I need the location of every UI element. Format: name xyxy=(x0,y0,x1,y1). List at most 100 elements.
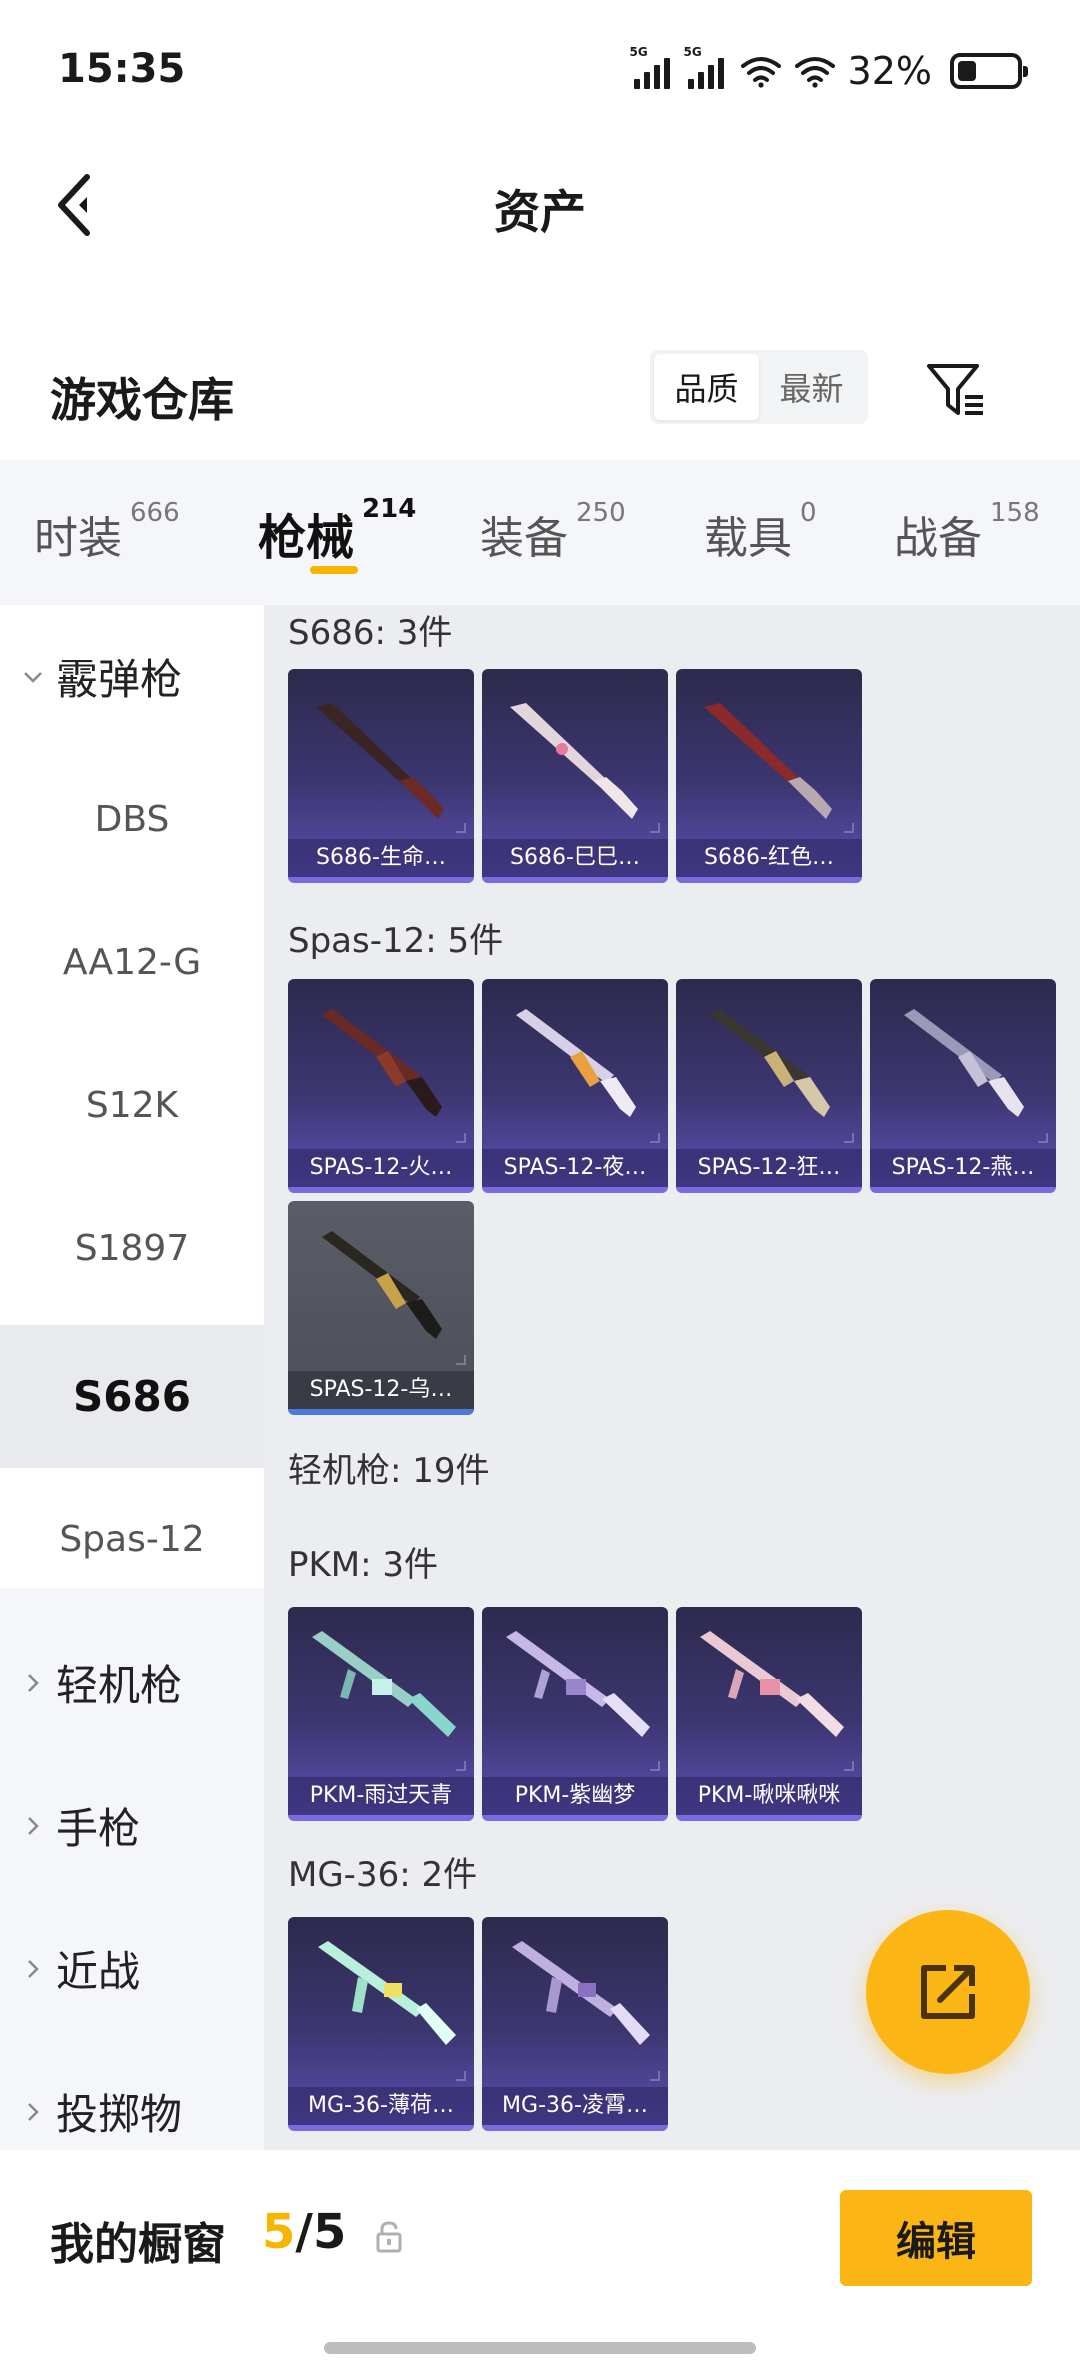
group-title: Spas-12: 5件 xyxy=(288,921,504,961)
machine-gun-icon xyxy=(700,1631,844,1737)
section-header: 游戏仓库 品质 最新 xyxy=(0,320,1080,460)
filter-icon xyxy=(927,364,983,415)
sidebar-item-label: 霰弹枪 xyxy=(56,655,183,704)
category-tabs: 时装 666 枪械 214 装备 250 载具 0 战备 158 xyxy=(0,460,1080,605)
sidebar-group-throwable[interactable]: 投掷物 xyxy=(0,2040,264,2150)
tab-equipment[interactable]: 装备 250 xyxy=(480,498,626,566)
battery-icon xyxy=(950,53,1028,89)
group-title: PKM: 3件 xyxy=(288,1545,439,1585)
filter-button[interactable] xyxy=(916,350,996,430)
showcase-used: 5 xyxy=(262,2204,296,2260)
tab-count: 666 xyxy=(130,498,180,528)
tab-outfits[interactable]: 时装 666 xyxy=(34,498,180,566)
item-card-label: SPAS-12-乌… xyxy=(288,1371,474,1409)
battery-percent: 32% xyxy=(847,49,932,93)
lock-icon xyxy=(376,2221,402,2253)
item-card[interactable]: MG-36-薄荷… xyxy=(288,1917,474,2131)
sidebar-item-s12k[interactable]: S12K xyxy=(0,1034,264,1177)
tab-count: 250 xyxy=(576,498,626,528)
shotgun-icon xyxy=(316,703,444,819)
chevron-down-icon xyxy=(18,662,48,692)
tab-label: 枪械 xyxy=(258,510,355,566)
tab-count: 0 xyxy=(800,498,817,528)
item-card[interactable]: S686-巳巳… xyxy=(482,669,668,883)
sidebar-item-dbs[interactable]: DBS xyxy=(0,748,264,891)
page-title: 资产 xyxy=(494,185,586,239)
sort-toggle: 品质 最新 xyxy=(650,350,868,424)
item-card-label: PKM-紫幽梦 xyxy=(482,1777,668,1815)
shotgun-icon xyxy=(510,703,638,819)
sidebar-item-label: S1897 xyxy=(74,1228,190,1269)
sidebar-item-label: 轻机枪 xyxy=(56,1661,183,1710)
item-card[interactable]: PKM-啾咪啾咪 xyxy=(676,1607,862,1821)
tab-active-indicator xyxy=(310,566,358,574)
shotgun-icon xyxy=(904,1009,1024,1117)
sidebar-item-label: DBS xyxy=(94,799,170,840)
share-button[interactable] xyxy=(866,1910,1030,2074)
wifi-icon xyxy=(740,57,781,88)
sort-option-latest[interactable]: 最新 xyxy=(759,354,864,420)
signal-icon: 5G xyxy=(630,45,670,89)
edit-button[interactable]: 编辑 xyxy=(840,2190,1032,2286)
tab-guns[interactable]: 枪械 214 xyxy=(258,494,416,568)
sidebar-item-label: S686 xyxy=(73,1372,191,1421)
sidebar-item-s1897[interactable]: S1897 xyxy=(0,1177,264,1320)
chevron-right-icon xyxy=(18,2097,48,2127)
item-card[interactable]: PKM-雨过天青 xyxy=(288,1607,474,1821)
tab-vehicles[interactable]: 载具 0 xyxy=(704,498,817,566)
item-card[interactable]: SPAS-12-夜… xyxy=(482,979,668,1193)
home-indicator[interactable] xyxy=(324,2342,756,2354)
machine-gun-icon xyxy=(318,1941,456,2045)
showcase-label: 我的橱窗 xyxy=(50,2219,226,2270)
section-title: 游戏仓库 xyxy=(50,373,234,427)
bottom-bar: 我的橱窗 5/5 编辑 xyxy=(0,2150,1080,2376)
chevron-right-icon xyxy=(18,1954,48,1984)
tab-label: 装备 xyxy=(480,513,568,564)
item-card[interactable]: S686-生命… xyxy=(288,669,474,883)
sidebar-item-s686[interactable]: S686 xyxy=(0,1325,264,1468)
item-card[interactable]: SPAS-12-乌… xyxy=(288,1201,474,1415)
item-card-label: S686-巳巳… xyxy=(482,839,668,877)
sort-option-quality[interactable]: 品质 xyxy=(654,354,759,420)
item-card-label: S686-红色… xyxy=(676,839,862,877)
network-type-2: 5G xyxy=(683,45,702,59)
machine-gun-icon xyxy=(312,1631,456,1737)
item-card[interactable]: SPAS-12-狂… xyxy=(676,979,862,1193)
chevron-right-icon xyxy=(18,1668,48,1698)
item-card[interactable]: PKM-紫幽梦 xyxy=(482,1607,668,1821)
item-card-label: MG-36-凌霄… xyxy=(482,2087,668,2125)
machine-gun-icon xyxy=(506,1631,650,1737)
item-card-label: SPAS-12-燕… xyxy=(870,1149,1056,1187)
sidebar-item-label: 手枪 xyxy=(56,1804,141,1853)
tab-supplies[interactable]: 战备 158 xyxy=(894,498,1040,566)
wifi-icon xyxy=(794,57,835,88)
sidebar-group-lmg[interactable]: 轻机枪 xyxy=(0,1611,264,1754)
group-title: 轻机枪: 19件 xyxy=(288,1451,490,1491)
signal-icon: 5G xyxy=(684,45,724,89)
sidebar-group-pistol[interactable]: 手枪 xyxy=(0,1754,264,1897)
item-card[interactable]: S686-红色… xyxy=(676,669,862,883)
status-icons: 5G 5G 32% xyxy=(630,45,1028,96)
item-card[interactable]: SPAS-12-燕… xyxy=(870,979,1056,1193)
item-card[interactable]: SPAS-12-火… xyxy=(288,979,474,1193)
sidebar-group-melee[interactable]: 近战 xyxy=(0,1897,264,2040)
shotgun-icon xyxy=(322,1231,442,1339)
group-title: MG-36: 2件 xyxy=(288,1855,478,1895)
sidebar-item-label: 近战 xyxy=(56,1947,141,1996)
sidebar-item-spas12[interactable]: Spas-12 xyxy=(0,1468,264,1611)
status-bar: 15:35 5G 5G 32% xyxy=(0,0,1080,140)
group-title: S686: 3件 xyxy=(288,613,453,653)
shotgun-icon xyxy=(704,703,832,819)
item-card-label: SPAS-12-狂… xyxy=(676,1149,862,1187)
sidebar-group-shotgun[interactable]: 霰弹枪 xyxy=(0,605,264,748)
tab-label: 战备 xyxy=(894,513,982,564)
shotgun-icon xyxy=(710,1009,830,1117)
tab-count: 214 xyxy=(362,494,417,524)
sidebar-item-label: 投掷物 xyxy=(56,2090,183,2139)
item-card-label: PKM-啾咪啾咪 xyxy=(676,1777,862,1815)
item-card-label: S686-生命… xyxy=(288,839,474,877)
sidebar: 霰弹枪 DBS AA12-G S12K S1897 S686 Spas-12 轻… xyxy=(0,605,264,2150)
showcase-total: 5 xyxy=(312,2204,347,2260)
item-card[interactable]: MG-36-凌霄… xyxy=(482,1917,668,2131)
sidebar-item-aa12g[interactable]: AA12-G xyxy=(0,891,264,1034)
